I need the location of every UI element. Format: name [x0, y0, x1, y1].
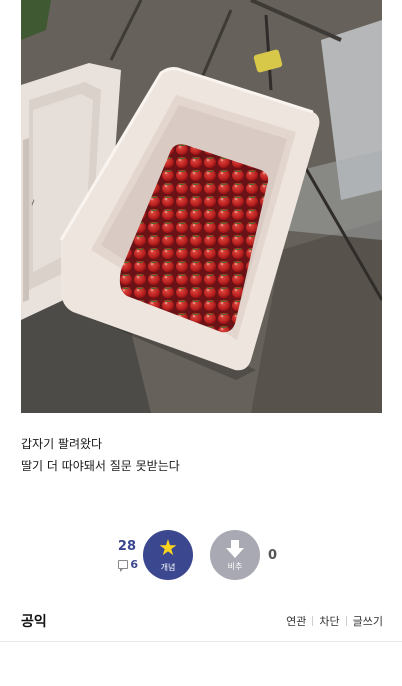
block-link[interactable]: 차단 [319, 613, 339, 629]
gallery-footer: 공익 연관 차단 글쓰기 [0, 600, 402, 642]
gallery-name[interactable]: 공익 [21, 611, 47, 631]
divider [345, 616, 347, 626]
arrow-down-icon [226, 540, 244, 558]
divider [312, 616, 314, 626]
post-line: 갑자기 팔려왔다 [21, 437, 103, 451]
footer-links: 연관 차단 글쓰기 [286, 613, 383, 629]
upvote-label: 개념 [160, 562, 176, 572]
comment-count-value: 6 [130, 558, 138, 571]
vote-area: 28 6 ★ 개념 비추 0 [0, 528, 402, 584]
strawberry-photo: ~ [21, 0, 382, 413]
related-link[interactable]: 연관 [286, 613, 306, 629]
downvote-count: 0 [268, 548, 278, 563]
upvote-button[interactable]: ★ 개념 [143, 530, 193, 580]
downvote-button[interactable]: 비추 [210, 530, 260, 580]
upvote-count: 28 [117, 539, 136, 554]
downvote-label: 비추 [227, 562, 243, 571]
post-line: 딸기 더 따야돼서 질문 못받는다 [21, 459, 180, 473]
write-link[interactable]: 글쓰기 [353, 613, 383, 629]
comment-icon [118, 560, 129, 572]
post-body: 갑자기 팔려왔다 딸기 더 따야돼서 질문 못받는다 [21, 433, 381, 477]
post-photo: ~ [21, 0, 382, 413]
star-icon: ★ [158, 535, 178, 561]
comment-count: 6 [112, 558, 138, 572]
